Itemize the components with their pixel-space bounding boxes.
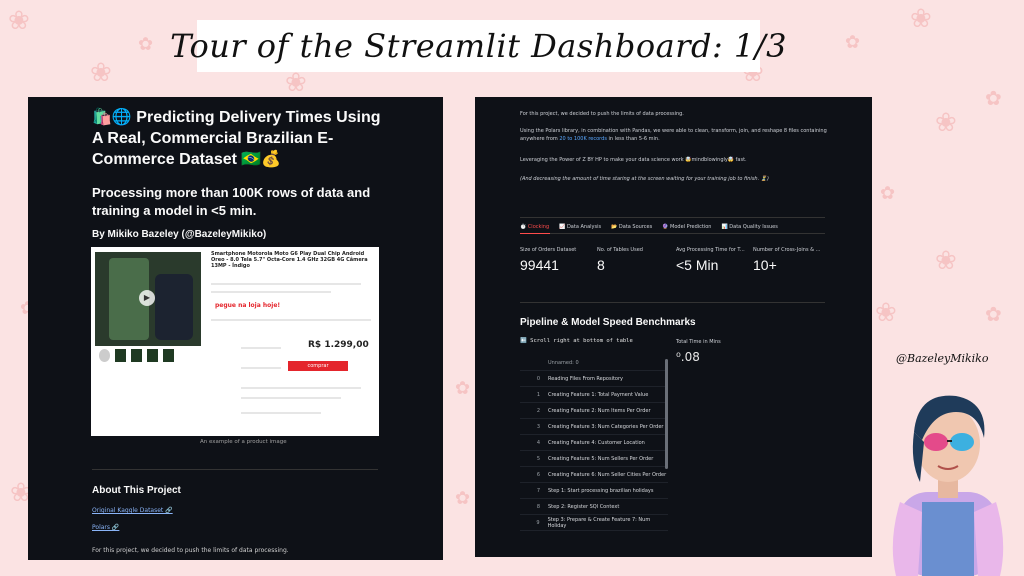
buy-button: comprar xyxy=(288,361,348,371)
divider xyxy=(520,217,825,218)
metric-tables-used: No. of Tables Used 8 xyxy=(597,247,643,273)
scroll-note: ⬅️ Scroll right at bottom of table xyxy=(520,338,633,344)
flower-decoration: ✿ xyxy=(845,32,861,53)
total-time-label: Total Time in Mins xyxy=(676,339,721,345)
product-detail-line xyxy=(241,387,361,389)
product-detail-line xyxy=(241,397,341,399)
table-row[interactable]: 2 Creating Feature 2: Num Items Per Order xyxy=(520,403,668,419)
table-row[interactable]: 0 Reading Files From Repository xyxy=(520,371,668,387)
author-byline: By Mikiko Bazeley (@BazeleyMikiko) xyxy=(92,229,267,240)
metric-label: Size of Orders Dataset xyxy=(520,247,577,253)
metric-cross-joins: Number of Cross-Joins & ... 10+ xyxy=(753,247,820,273)
metric-value: 10+ xyxy=(753,257,777,273)
thumbnail xyxy=(115,349,126,362)
play-icon: ▶ xyxy=(139,290,155,306)
slide-title-box: Tour of the Streamlit Dashboard: 1/3 xyxy=(170,20,786,72)
tab-clocking[interactable]: ⏱️ Clocking xyxy=(520,224,549,230)
phone-back xyxy=(155,274,193,340)
product-detail-line xyxy=(241,412,321,414)
page-subtitle: Processing more than 100K rows of data a… xyxy=(92,185,371,218)
phone-photo: ▶ xyxy=(95,252,201,346)
thumbnail-strip xyxy=(99,349,174,362)
flower-decoration: ❀ xyxy=(935,108,957,138)
metric-processing-time: Avg Processing Time for T... <5 Min xyxy=(676,247,745,273)
table-row[interactable]: 4 Creating Feature 4: Customer Location xyxy=(520,435,668,451)
table-row[interactable]: 3 Creating Feature 3: Num Categories Per … xyxy=(520,419,668,435)
tab-data-quality[interactable]: 📊 Data Quality Issues xyxy=(721,224,777,230)
page-title: 🛍️🌐 Predicting Delivery Times Using A Re… xyxy=(92,109,381,168)
image-caption: An example of a product image xyxy=(200,439,287,445)
flower-decoration: ✿ xyxy=(985,302,1002,326)
column-header: Unnamed: 0 xyxy=(548,359,579,366)
thumbnail xyxy=(147,349,158,362)
metric-orders-size: Size of Orders Dataset 99441 xyxy=(520,247,576,273)
flower-decoration: ❀ xyxy=(935,246,957,276)
product-price: R$ 1.299,00 xyxy=(308,340,369,350)
table-row[interactable]: 8 Step 2: Register SQl Context xyxy=(520,499,668,515)
table-row[interactable]: 9 Step 3: Prepare & Create Feature 7: Num… xyxy=(520,515,668,531)
flower-decoration: ❀ xyxy=(910,4,932,34)
tab-data-sources[interactable]: 📂 Data Sources xyxy=(611,224,652,230)
metric-label: Number of Cross-Joins & ... xyxy=(753,247,821,253)
tab-data-analysis[interactable]: 📈 Data Analysis xyxy=(559,224,601,230)
about-title: About This Project xyxy=(92,485,181,496)
product-detail-line xyxy=(211,283,361,285)
table-row[interactable]: 1 Creating Feature 1: Total Payment Value xyxy=(520,387,668,403)
product-title: Smartphone Motorola Moto G6 Play Dual Ch… xyxy=(211,251,368,269)
metric-label: No. of Tables Used xyxy=(597,247,643,253)
table-row[interactable]: 5 Creating Feature 5: Num Sellers Per Ord… xyxy=(520,451,668,467)
flower-decoration: ✿ xyxy=(880,183,896,204)
flower-decoration: ❀ xyxy=(90,58,112,88)
benchmark-table[interactable]: Unnamed: 0 0 Reading Files From Repositor… xyxy=(520,355,668,531)
thumbnail xyxy=(99,349,110,362)
flower-decoration: ❀ xyxy=(875,298,897,328)
flower-decoration: ❀ xyxy=(285,68,307,98)
right-dashboard-screenshot: For this project, we decided to push the… xyxy=(475,97,872,557)
total-time-value: ⁰.08 xyxy=(676,350,700,364)
product-detail-line xyxy=(241,367,281,369)
left-dashboard-screenshot: 🛍️🌐 Predicting Delivery Times Using A Re… xyxy=(28,97,443,560)
project-description: For this project, we decided to push the… xyxy=(92,547,289,554)
product-promo: pegue na loja hoje! xyxy=(215,302,281,309)
intro-paragraph-2: Using the Polars library, in combination… xyxy=(520,127,830,143)
highlight-text: 20 to 100K records xyxy=(559,136,607,142)
table-header: Unnamed: 0 xyxy=(520,355,668,371)
metric-label: Avg Processing Time for T... xyxy=(676,247,745,253)
kaggle-dataset-link[interactable]: Original Kaggle Dataset 🔗 xyxy=(92,507,173,514)
divider xyxy=(92,469,378,470)
product-detail-line xyxy=(211,319,371,321)
tab-baseline xyxy=(520,233,825,234)
flower-decoration: ❀ xyxy=(8,6,30,36)
author-handle: @BazeleyMikiko xyxy=(896,352,989,365)
polars-link[interactable]: Polars 🔗 xyxy=(92,524,119,531)
tab-model-prediction[interactable]: 🔮 Model Prediction xyxy=(662,224,711,230)
table-scrollbar[interactable] xyxy=(665,359,668,469)
table-row[interactable]: 7 Step 1: Start processing brazilian holi… xyxy=(520,483,668,499)
product-detail-line xyxy=(211,291,331,293)
intro-paragraph-4: (And decreasing the amount of time stari… xyxy=(520,176,769,182)
avatar xyxy=(892,395,1004,576)
slide-title: Tour of the Streamlit Dashboard: 1/3 xyxy=(170,27,787,65)
flower-decoration: ✿ xyxy=(455,488,471,509)
product-detail-line xyxy=(241,347,281,349)
metric-value: 8 xyxy=(597,257,605,273)
active-tab-indicator xyxy=(520,233,550,234)
flower-decoration: ✿ xyxy=(455,378,471,399)
intro-text: in less than 5-6 min. xyxy=(606,136,660,142)
metric-value: 99441 xyxy=(520,257,559,273)
tab-bar: ⏱️ Clocking 📈 Data Analysis 📂 Data Sourc… xyxy=(520,224,778,230)
intro-paragraph-1: For this project, we decided to push the… xyxy=(520,111,684,117)
benchmarks-title: Pipeline & Model Speed Benchmarks xyxy=(520,317,696,328)
intro-paragraph-3: Leveraging the Power of Z BY HP to make … xyxy=(520,157,747,163)
metric-value: <5 Min xyxy=(676,257,719,273)
flower-decoration: ✿ xyxy=(985,86,1002,110)
thumbnail xyxy=(163,349,174,362)
table-row[interactable]: 6 Creating Feature 6: Num Seller Cities P… xyxy=(520,467,668,483)
flower-decoration: ✿ xyxy=(138,34,154,55)
divider xyxy=(520,302,825,303)
product-image: ▶ Smartphone Motorola Moto G6 Play Dual … xyxy=(91,247,379,436)
thumbnail xyxy=(131,349,142,362)
